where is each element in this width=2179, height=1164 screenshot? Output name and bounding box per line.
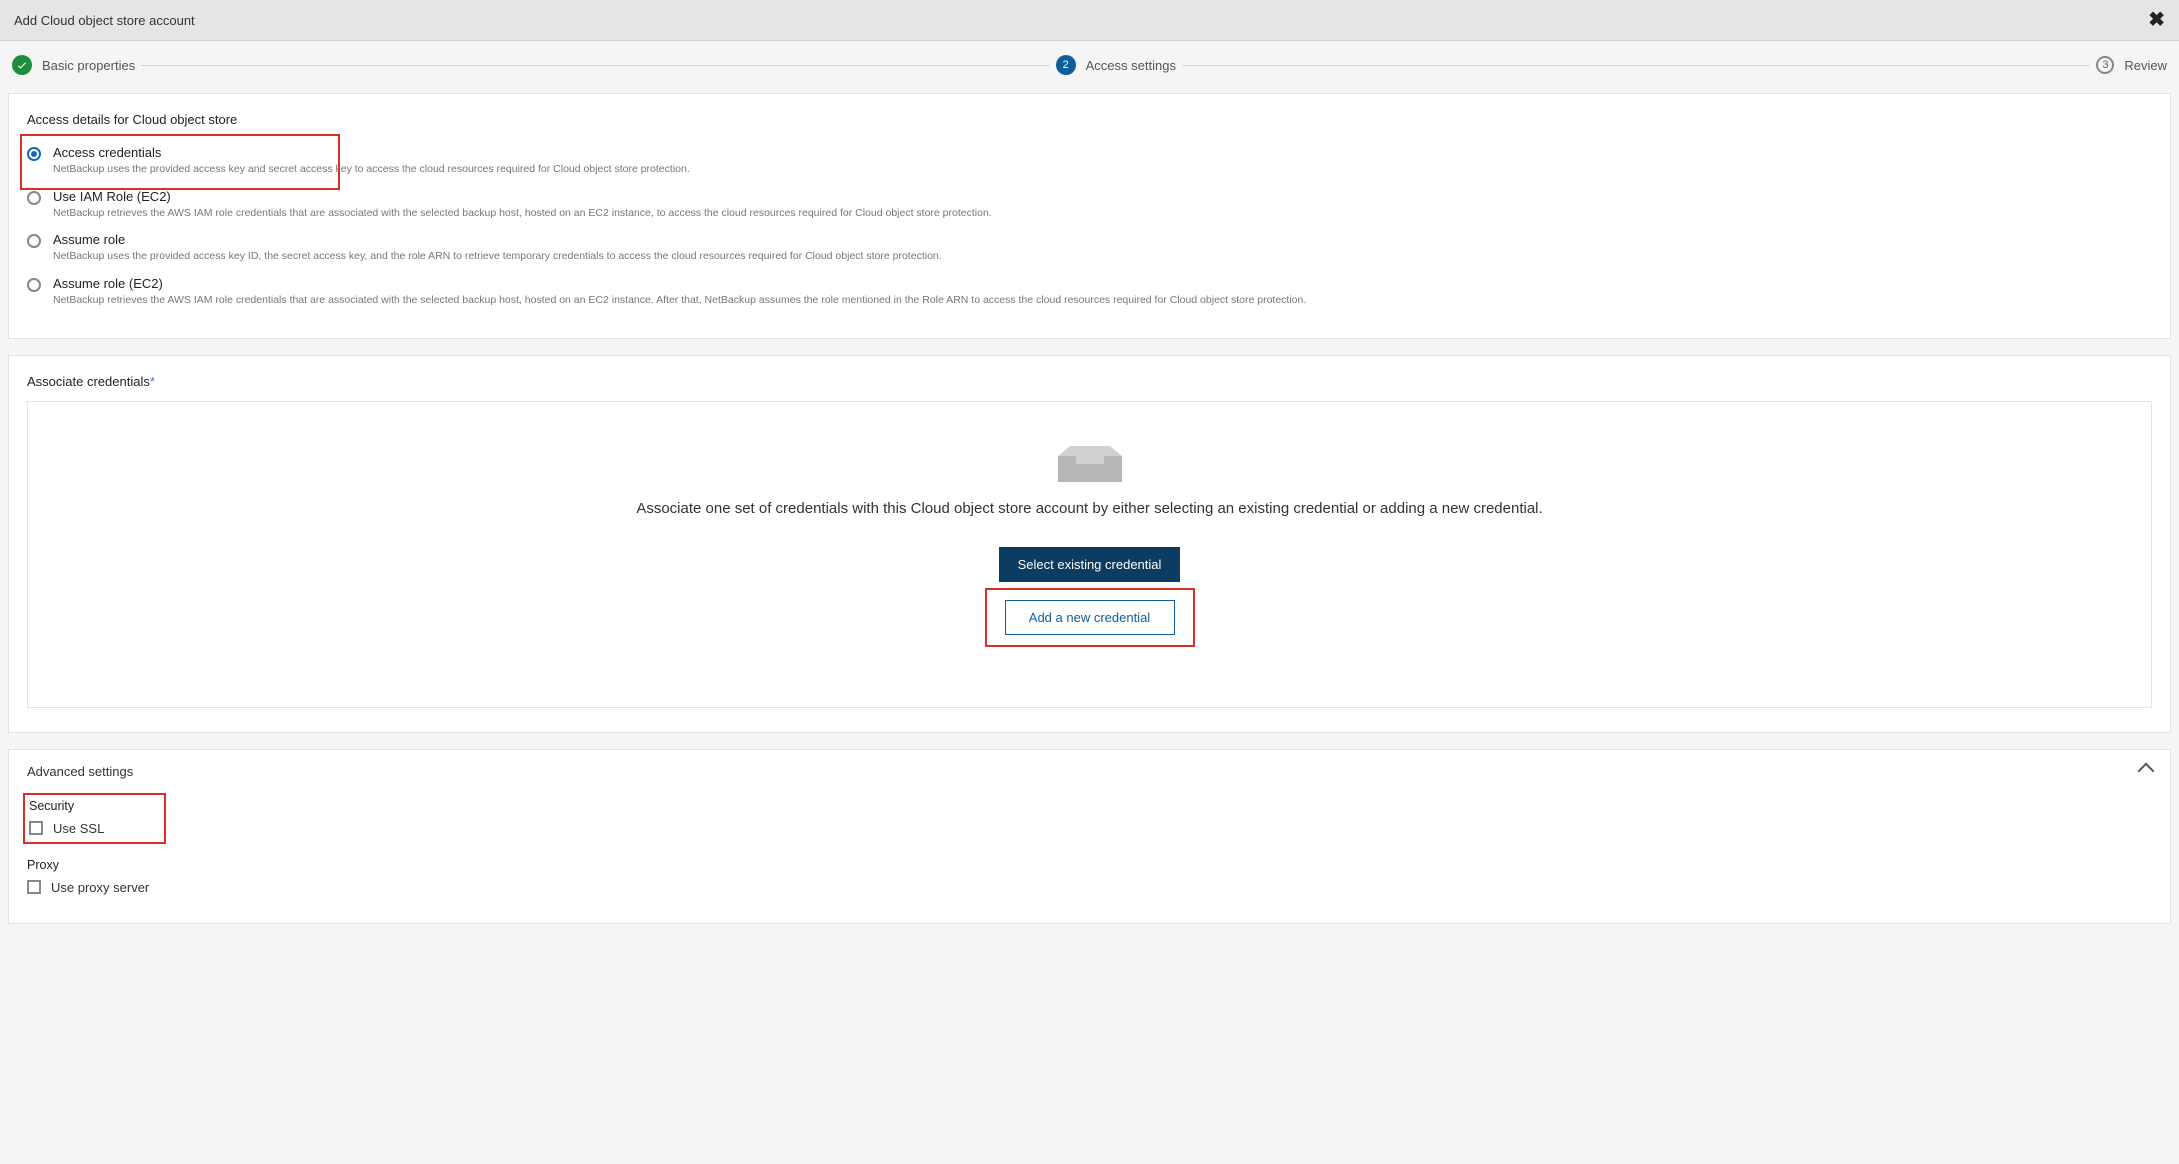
radio-icon xyxy=(27,147,41,161)
radio-icon xyxy=(27,191,41,205)
use-proxy-label: Use proxy server xyxy=(51,880,149,895)
radio-title: Access credentials xyxy=(53,145,690,160)
radio-description: NetBackup uses the provided access key a… xyxy=(53,162,690,177)
use-ssl-label: Use SSL xyxy=(53,821,104,836)
security-label: Security xyxy=(27,797,104,813)
wizard-stepper: Basic properties 2 Access settings 3 Rev… xyxy=(0,41,2179,93)
step-label: Basic properties xyxy=(42,58,135,73)
associate-empty-box: Associate one set of credentials with th… xyxy=(27,401,2152,708)
step-divider xyxy=(1182,65,2090,66)
step-number-badge: 2 xyxy=(1056,55,1076,75)
radio-description: NetBackup retrieves the AWS IAM role cre… xyxy=(53,293,1306,308)
step-label: Review xyxy=(2124,58,2167,73)
access-details-heading: Access details for Cloud object store xyxy=(27,112,2152,127)
step-basic-properties[interactable]: Basic properties xyxy=(12,55,135,75)
advanced-heading: Advanced settings xyxy=(27,764,133,779)
radio-access-credentials[interactable]: Access credentials NetBackup uses the pr… xyxy=(27,139,2152,183)
inbox-icon xyxy=(1058,442,1122,482)
radio-assume-role[interactable]: Assume role NetBackup uses the provided … xyxy=(27,226,2152,270)
step-access-settings[interactable]: 2 Access settings xyxy=(1056,55,1176,75)
advanced-settings-toggle[interactable]: Advanced settings xyxy=(9,750,2170,793)
check-icon xyxy=(12,55,32,75)
checkbox-icon xyxy=(27,880,41,894)
add-new-credential-button[interactable]: Add a new credential xyxy=(1005,600,1175,635)
close-icon[interactable]: ✖ xyxy=(2148,10,2165,30)
step-label: Access settings xyxy=(1086,58,1176,73)
associate-credentials-panel: Associate credentials* Associate one set… xyxy=(8,355,2171,733)
radio-assume-role-ec2[interactable]: Assume role (EC2) NetBackup retrieves th… xyxy=(27,270,2152,314)
dialog-title: Add Cloud object store account xyxy=(14,13,195,28)
radio-use-iam-role-ec2[interactable]: Use IAM Role (EC2) NetBackup retrieves t… xyxy=(27,183,2152,227)
advanced-body: Security Use SSL Proxy Use proxy server xyxy=(9,793,2170,923)
use-proxy-checkbox-row[interactable]: Use proxy server xyxy=(27,876,2152,905)
access-details-panel: Access details for Cloud object store Ac… xyxy=(8,93,2171,339)
chevron-up-icon xyxy=(2138,763,2155,780)
radio-icon xyxy=(27,234,41,248)
radio-title: Use IAM Role (EC2) xyxy=(53,189,992,204)
required-star: * xyxy=(150,374,155,389)
proxy-label: Proxy xyxy=(27,858,2152,872)
radio-icon xyxy=(27,278,41,292)
associate-instruction-text: Associate one set of credentials with th… xyxy=(48,500,2131,517)
radio-description: NetBackup retrieves the AWS IAM role cre… xyxy=(53,206,992,221)
radio-title: Assume role xyxy=(53,232,942,247)
step-divider xyxy=(141,65,1049,66)
step-review[interactable]: 3 Review xyxy=(2096,56,2167,74)
radio-description: NetBackup uses the provided access key I… xyxy=(53,249,942,264)
use-ssl-checkbox-row[interactable]: Use SSL xyxy=(27,817,104,840)
checkbox-icon xyxy=(29,821,43,835)
highlight-box: Add a new credential xyxy=(985,588,1195,647)
advanced-settings-panel: Advanced settings Security Use SSL Proxy… xyxy=(8,749,2171,924)
radio-title: Assume role (EC2) xyxy=(53,276,1306,291)
dialog-header: Add Cloud object store account ✖ xyxy=(0,0,2179,41)
select-existing-credential-button[interactable]: Select existing credential xyxy=(999,547,1181,582)
step-number-badge: 3 xyxy=(2096,56,2114,74)
associate-heading: Associate credentials* xyxy=(27,374,2152,389)
highlight-box: Security Use SSL xyxy=(23,793,166,844)
associate-heading-text: Associate credentials xyxy=(27,374,150,389)
